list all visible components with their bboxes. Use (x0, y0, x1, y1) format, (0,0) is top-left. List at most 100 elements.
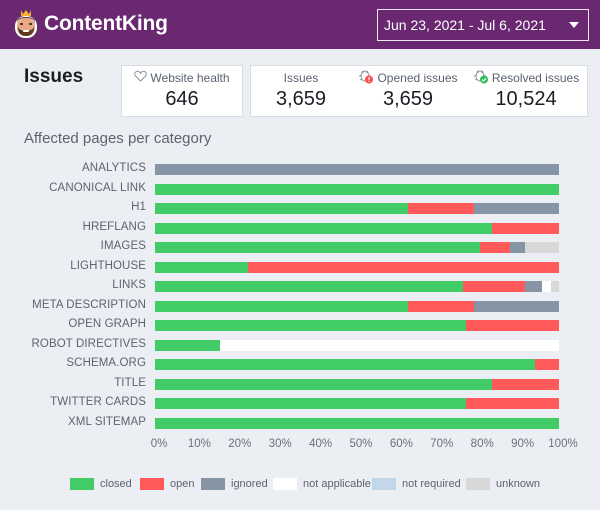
x-tick-label: 60% (389, 438, 413, 450)
bar-segment-closed[interactable] (155, 339, 221, 351)
bar-segment-closed[interactable] (155, 203, 408, 214)
bar-segment-closed[interactable] (155, 378, 492, 390)
category-label: SCHEMA.ORG (66, 357, 146, 369)
legend-item-ignored[interactable]: ignored (201, 478, 268, 490)
legend-swatch (140, 478, 164, 490)
website-health-card[interactable]: Website health 646 (121, 65, 243, 117)
bar-segment-closed[interactable] (155, 359, 536, 370)
legend-item-unknown[interactable]: unknown (466, 478, 540, 490)
brand-logo[interactable]: ContentKing (12, 7, 168, 41)
legend-label: closed (100, 478, 132, 490)
bar-segment-unknown[interactable] (550, 281, 559, 292)
bar-segment-open[interactable] (462, 281, 526, 292)
x-tick-label: 80% (470, 438, 494, 450)
bar-segment-closed[interactable] (155, 300, 408, 312)
date-range-dropdown[interactable]: Jun 23, 2021 - Jul 6, 2021 (377, 9, 589, 41)
stacked-bar[interactable] (155, 417, 559, 429)
chart-row: CANONICAL LINK (0, 180, 600, 200)
bar-segment-open[interactable] (466, 320, 559, 331)
legend-swatch (201, 478, 225, 490)
category-label: META DESCRIPTION (32, 298, 146, 311)
legend-item-closed[interactable]: closed (70, 478, 132, 490)
bar-segment-open[interactable] (479, 242, 511, 253)
chart-row: HREFLANG (0, 219, 600, 239)
stacked-bar[interactable] (155, 203, 559, 214)
category-label: CANONICAL LINK (49, 181, 146, 194)
legend-swatch (466, 478, 490, 490)
bar-segment-unknown[interactable] (525, 242, 559, 253)
category-label: LINKS (112, 279, 146, 291)
page-title: Issues (24, 66, 84, 87)
metric-issues[interactable]: Issues 3,659 (251, 66, 351, 116)
stacked-bar[interactable] (155, 320, 559, 331)
stacked-bar[interactable] (155, 398, 559, 409)
category-label: IMAGES (100, 240, 146, 252)
x-tick-label: 40% (309, 438, 333, 450)
stacked-bar[interactable] (155, 359, 559, 370)
chart-row: H1 (0, 199, 600, 219)
stacked-bar[interactable] (155, 183, 559, 195)
legend-label: not applicable (303, 478, 371, 490)
metric-value: 646 (165, 88, 199, 110)
category-label: TWITTER CARDS (50, 396, 146, 408)
stacked-bar[interactable] (155, 164, 559, 175)
bar-segment-not-applicable[interactable] (220, 339, 559, 351)
x-tick-label: 20% (228, 438, 252, 450)
bar-segment-ignored[interactable] (155, 164, 559, 175)
metric-value: 3,659 (275, 88, 327, 110)
bar-segment-open[interactable] (407, 203, 475, 214)
stacked-bar[interactable] (155, 281, 559, 292)
bar-segment-closed[interactable] (155, 417, 559, 429)
bar-segment-open[interactable] (466, 398, 559, 409)
category-label: XML SITEMAP (68, 415, 146, 428)
bar-segment-closed[interactable] (155, 242, 480, 253)
x-tick-label: 30% (268, 438, 292, 450)
x-tick-label: 90% (511, 438, 535, 450)
bar-segment-closed[interactable] (155, 222, 492, 234)
bar-segment-closed[interactable] (155, 183, 559, 195)
bar-segment-ignored[interactable] (474, 203, 559, 214)
bar-segment-ignored[interactable] (525, 281, 542, 292)
chart-row: TITLE (0, 375, 600, 395)
metric-label: Resolved issues (491, 70, 580, 85)
bar-segment-closed[interactable] (155, 398, 467, 409)
bar-segment-open[interactable] (491, 378, 559, 390)
legend-label: unknown (496, 478, 541, 490)
bar-segment-open[interactable] (535, 359, 559, 370)
legend-swatch (273, 478, 297, 490)
chart-legend: closed open ignored not applicable not requi… (0, 478, 600, 494)
bar-segment-ignored[interactable] (510, 242, 526, 253)
stacked-bar[interactable] (155, 300, 559, 312)
legend-item-not-required[interactable]: not required (372, 478, 461, 490)
chart-title: Affected pages per category (24, 130, 212, 147)
bar-segment-closed[interactable] (155, 320, 467, 331)
bar-segment-not-applicable[interactable] (542, 281, 551, 292)
legend-item-open[interactable]: open (140, 478, 194, 490)
metric-resolved-issues[interactable]: Resolved issues 10,524 (465, 66, 587, 116)
bar-segment-ignored[interactable] (474, 300, 559, 312)
legend-swatch (372, 478, 396, 490)
legend-label: not required (402, 478, 461, 490)
bar-segment-open[interactable] (491, 222, 559, 234)
legend-item-not-applicable[interactable]: not applicable (273, 478, 371, 490)
stacked-bar[interactable] (155, 222, 559, 234)
chart-row: XML SITEMAP (0, 414, 600, 434)
chart-row: ROBOT DIRECTIVES (0, 336, 600, 356)
bar-segment-open[interactable] (407, 300, 475, 312)
caret-down-icon (569, 22, 579, 28)
category-label: HREFLANG (82, 220, 146, 233)
category-label: OPEN GRAPH (68, 318, 146, 330)
metric-website-health: Website health 646 (122, 66, 242, 116)
stacked-bar[interactable] (155, 261, 559, 273)
king-avatar-icon (12, 8, 40, 40)
stacked-bar[interactable] (155, 242, 559, 253)
bug-check-icon (473, 68, 489, 87)
bar-segment-open[interactable] (247, 261, 559, 273)
bug-alert-icon (358, 68, 374, 87)
metric-opened-issues[interactable]: Opened issues 3,659 (349, 66, 467, 116)
stacked-bar[interactable] (155, 378, 559, 390)
bar-segment-closed[interactable] (155, 281, 463, 292)
chart-row: META DESCRIPTION (0, 297, 600, 317)
bar-segment-closed[interactable] (155, 261, 248, 273)
stacked-bar[interactable] (155, 339, 559, 351)
